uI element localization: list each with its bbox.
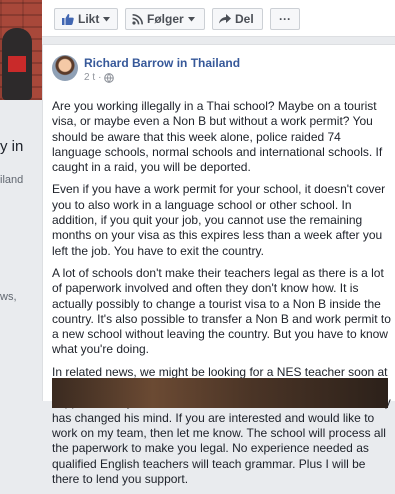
more-options-button[interactable]: ··· [270, 8, 300, 30]
page-action-bar: Likt Følger Del ··· [42, 0, 395, 37]
left-profile-panel: y in iland ws, [0, 0, 42, 400]
meta-separator: · [98, 72, 102, 83]
person-shirt-detail [8, 56, 26, 72]
post-paragraph: Even if you have a work permit for your … [52, 182, 386, 258]
post-card: Richard Barrow in Thailand 2 t · Are you… [42, 44, 395, 486]
more-dots-icon: ··· [279, 12, 291, 26]
sidebar-partial-location: iland [0, 174, 24, 186]
share-arrow-icon [219, 14, 231, 24]
post-meta: 2 t · [84, 72, 115, 83]
like-button[interactable]: Likt [54, 8, 118, 30]
post-paragraph: A lot of schools don't make their teache… [52, 265, 391, 357]
follow-button[interactable]: Følger [125, 8, 205, 30]
post-author-link[interactable]: Richard Barrow in Thailand [84, 56, 240, 70]
chevron-down-icon [187, 16, 195, 21]
globe-icon [104, 72, 115, 83]
sidebar-partial-news: ws, [0, 291, 17, 303]
post-timestamp[interactable]: 2 t [84, 72, 95, 83]
follow-label: Følger [147, 12, 184, 26]
post-image[interactable] [52, 378, 388, 408]
chevron-down-icon [103, 16, 111, 21]
share-label: Del [235, 12, 254, 26]
sidebar-partial-text: y in [0, 138, 24, 155]
post-body: Are you working illegally in a Thai scho… [52, 99, 392, 494]
profile-cover-photo[interactable] [0, 0, 42, 100]
author-avatar[interactable] [52, 55, 78, 81]
like-label: Likt [78, 12, 100, 26]
thumbs-up-icon [62, 14, 74, 25]
post-paragraph: Are you working illegally in a Thai scho… [52, 99, 383, 175]
share-button[interactable]: Del [212, 8, 263, 30]
rss-follow-icon [132, 13, 143, 25]
